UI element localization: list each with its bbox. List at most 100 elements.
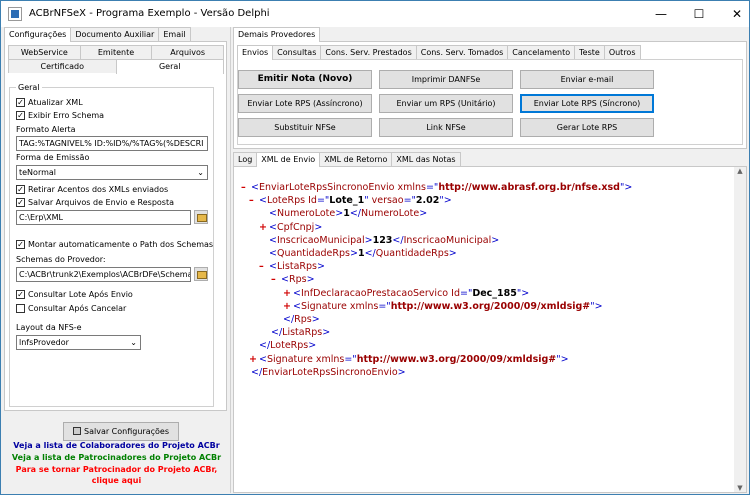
- app-window: ACBrNFSeX - Programa Exemplo - Versão De…: [0, 0, 750, 495]
- consultar-lote-checkbox[interactable]: ✓ Consultar Lote Após Envio: [16, 290, 133, 299]
- tab-log[interactable]: Log: [233, 152, 258, 166]
- maximize-button[interactable]: ☐: [680, 1, 718, 27]
- tornar-patrocinador-link[interactable]: Para se tornar Patrocinador do Projeto A…: [4, 464, 229, 486]
- scroll-down-icon[interactable]: ▼: [734, 484, 746, 492]
- xml-line: </LoteRps>: [259, 340, 317, 352]
- tab-arquivos[interactable]: Arquivos: [151, 45, 225, 59]
- path-input[interactable]: C:\Erp\XML: [16, 210, 191, 225]
- montar-path-label: Montar automaticamente o Path dos Schema…: [28, 240, 214, 249]
- splitter[interactable]: [230, 27, 231, 493]
- formato-alerta-input[interactable]: TAG:%TAGNIVEL% ID:%ID%/%TAG%(%DESCRI: [16, 136, 208, 151]
- imprimir-danfse-button[interactable]: Imprimir DANFSe: [379, 70, 513, 89]
- tab-configuracoes[interactable]: Configurações: [4, 27, 72, 42]
- app-icon: [8, 7, 22, 21]
- left-tabs-row2: WebService Emitente Arquivos: [8, 45, 225, 59]
- gerar-lote-rps-button[interactable]: Gerar Lote RPS: [520, 118, 654, 137]
- xml-line[interactable]: + <Signature xmlns="http://www.w3.org/200…: [241, 353, 632, 366]
- substituir-nfse-button[interactable]: Substituir NFSe: [238, 118, 372, 137]
- chevron-down-icon: ⌄: [197, 168, 204, 177]
- check-icon: ✓: [16, 240, 25, 249]
- tab-teste[interactable]: Teste: [574, 45, 605, 59]
- salvar-arquivos-label: Salvar Arquivos de Envio e Resposta: [28, 198, 174, 207]
- tab-outros[interactable]: Outros: [603, 45, 641, 59]
- salvar-label: Salvar Configurações: [84, 427, 169, 436]
- colaboradores-link[interactable]: Veja a lista de Colaboradores do Projeto…: [4, 441, 229, 450]
- enviar-email-button[interactable]: Enviar e-mail: [520, 70, 654, 89]
- xml-line[interactable]: + <Signature xmlns="http://www.w3.org/200…: [241, 300, 632, 313]
- enviar-um-rps-button[interactable]: Enviar um RPS (Unitário): [379, 94, 513, 113]
- patrocinadores-link[interactable]: Veja a lista de Patrocinadores do Projet…: [4, 453, 229, 462]
- consultar-cancelar-label: Consultar Após Cancelar: [28, 304, 127, 313]
- retirar-acentos-checkbox[interactable]: ✓ Retirar Acentos dos XMLs enviados: [16, 185, 168, 194]
- salvar-configuracoes-button[interactable]: Salvar Configurações: [63, 422, 179, 441]
- tab-documento-auxiliar[interactable]: Documento Auxiliar: [70, 27, 160, 41]
- tab-certificado[interactable]: Certificado: [8, 59, 117, 73]
- xml-line: – <ListaRps>: [259, 261, 325, 273]
- tab-cons-serv-tomados[interactable]: Cons. Serv. Tomados: [415, 45, 509, 59]
- vertical-scrollbar[interactable]: ▲ ▼: [734, 167, 746, 492]
- save-icon: [73, 427, 81, 435]
- tab-xml-de-retorno[interactable]: XML de Retorno: [319, 152, 393, 166]
- consultar-lote-label: Consultar Lote Após Envio: [28, 290, 133, 299]
- xml-line: – <Rps>: [271, 274, 315, 286]
- tab-cancelamento[interactable]: Cancelamento: [507, 45, 576, 59]
- exibir-erro-checkbox[interactable]: ✓ Exibir Erro Schema: [16, 111, 104, 120]
- minimize-button[interactable]: —: [642, 1, 680, 27]
- tab-xml-das-notas[interactable]: XML das Notas: [391, 152, 461, 166]
- scroll-up-icon[interactable]: ▲: [734, 167, 746, 175]
- right-top-tabs: Demais Provedores: [233, 27, 321, 42]
- tab-xml-de-envio[interactable]: XML de Envio: [256, 152, 321, 167]
- emitir-nota-button[interactable]: Emitir Nota (Novo): [238, 70, 372, 89]
- check-icon: ✓: [16, 185, 25, 194]
- close-button[interactable]: ✕: [718, 1, 750, 27]
- xml-line: </Rps>: [283, 314, 320, 326]
- tab-consultas[interactable]: Consultas: [272, 45, 322, 59]
- atualizar-xml-label: Atualizar XML: [28, 98, 83, 107]
- xml-line[interactable]: + <CpfCnpj>: [241, 221, 632, 234]
- xml-line: – <LoteRps Id="Lote_1" versao="2.02">: [249, 195, 452, 207]
- tab-envios[interactable]: Envios: [237, 45, 274, 60]
- folder-icon[interactable]: [194, 210, 208, 224]
- check-icon: ✓: [16, 198, 25, 207]
- action-tabs: Envios Consultas Cons. Serv. Prestados C…: [237, 45, 641, 60]
- enviar-lote-assincrono-button[interactable]: Enviar Lote RPS (Assíncrono): [238, 94, 372, 113]
- schemas-label: Schemas do Provedor:: [16, 255, 106, 264]
- check-icon: ✓: [16, 98, 25, 107]
- left-tabs-row3: Certificado Geral: [8, 59, 224, 74]
- xml-line: <InscricaoMunicipal>123</InscricaoMunici…: [269, 234, 500, 246]
- layout-label: Layout da NFS-e: [16, 323, 82, 332]
- tab-email[interactable]: Email: [158, 27, 191, 41]
- exibir-erro-label: Exibir Erro Schema: [28, 111, 105, 120]
- tab-cons-serv-prestados[interactable]: Cons. Serv. Prestados: [320, 45, 417, 59]
- montar-path-checkbox[interactable]: ✓ Montar automaticamente o Path dos Schem…: [16, 240, 213, 249]
- xml-tree: – <EnviarLoteRpsSincronoEnvio xmlns="http…: [241, 181, 632, 379]
- xml-line[interactable]: + <InfDeclaracaoPrestacaoServico Id="Dec_…: [241, 287, 632, 300]
- xml-line: </EnviarLoteRpsSincronoEnvio>: [251, 366, 406, 378]
- forma-emissao-value: teNormal: [19, 168, 57, 177]
- retirar-acentos-label: Retirar Acentos dos XMLs enviados: [28, 185, 169, 194]
- forma-emissao-select[interactable]: teNormal ⌄: [16, 165, 208, 180]
- layout-select[interactable]: lnfsProvedor ⌄: [16, 335, 141, 350]
- formato-alerta-label: Formato Alerta: [16, 125, 76, 134]
- tab-webservice[interactable]: WebService: [8, 45, 81, 59]
- schemas-input[interactable]: C:\ACBr\trunk2\Exemplos\ACBrDFe\Schemas\…: [16, 267, 191, 282]
- consultar-cancelar-checkbox[interactable]: Consultar Após Cancelar: [16, 304, 126, 313]
- link-nfse-button[interactable]: Link NFSe: [379, 118, 513, 137]
- chevron-down-icon: ⌄: [130, 338, 137, 347]
- atualizar-xml-checkbox[interactable]: ✓ Atualizar XML: [16, 98, 83, 107]
- xml-line: <NumeroLote>1</NumeroLote>: [269, 208, 428, 220]
- folder-icon[interactable]: [194, 267, 208, 281]
- enviar-lote-sincrono-button[interactable]: Enviar Lote RPS (Síncrono): [520, 94, 654, 113]
- left-tabs-row1: Configurações Documento Auxiliar Email: [4, 27, 191, 42]
- xml-line: <QuantidadeRps>1</QuantidadeRps>: [269, 248, 457, 260]
- salvar-arquivos-checkbox[interactable]: ✓ Salvar Arquivos de Envio e Resposta: [16, 198, 174, 207]
- tab-demais-provedores[interactable]: Demais Provedores: [233, 27, 321, 42]
- forma-emissao-label: Forma de Emissão: [16, 153, 90, 162]
- tab-emitente[interactable]: Emitente: [79, 45, 153, 59]
- title-bar: ACBrNFSeX - Programa Exemplo - Versão De…: [1, 1, 749, 27]
- window-title: ACBrNFSeX - Programa Exemplo - Versão De…: [29, 8, 270, 19]
- tab-geral[interactable]: Geral: [115, 59, 224, 74]
- layout-value: lnfsProvedor: [19, 338, 69, 347]
- unchecked-box-icon: [16, 304, 25, 313]
- check-icon: ✓: [16, 111, 25, 120]
